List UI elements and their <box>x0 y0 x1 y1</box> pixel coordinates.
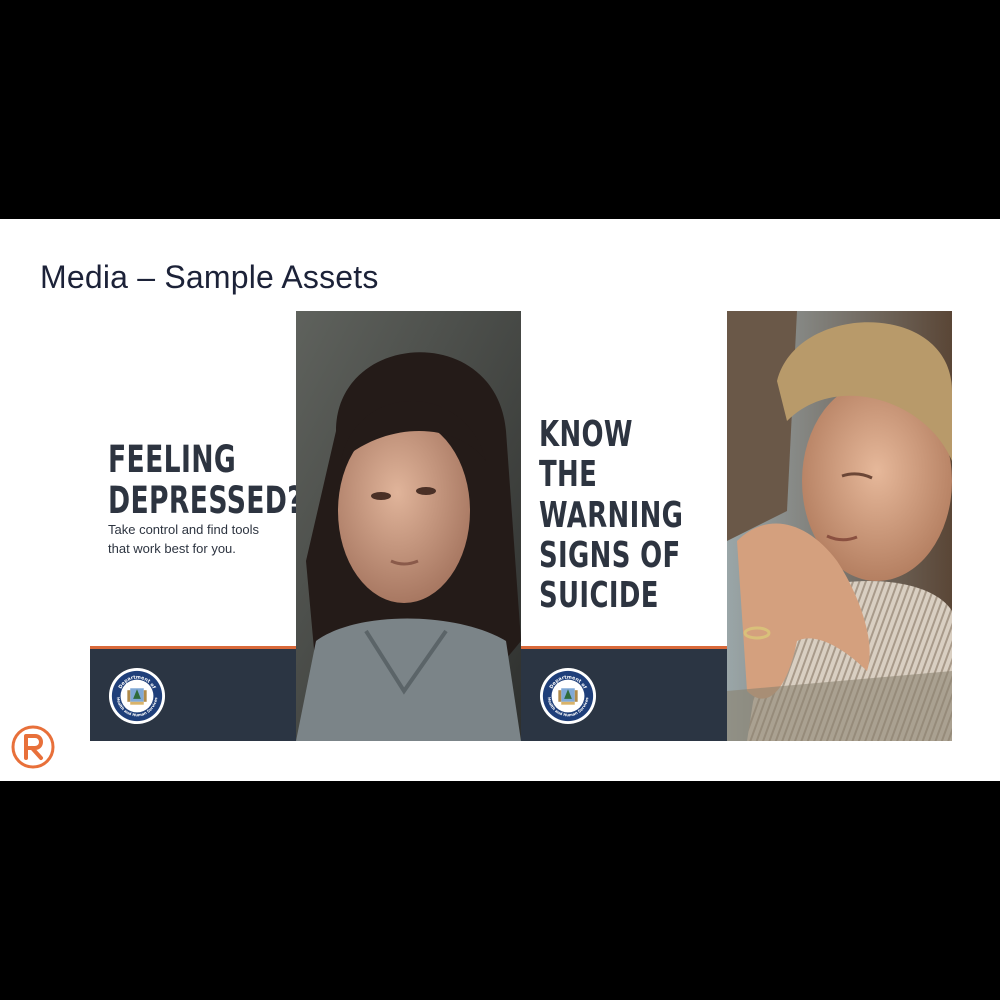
asset-2-photo <box>727 311 952 741</box>
asset-1-photo <box>296 311 521 741</box>
asset-1-headline: FEELING DEPRESSED? <box>108 439 296 522</box>
slide-title: Media – Sample Assets <box>40 259 379 295</box>
asset-1-headline-line: FEELING <box>108 438 237 481</box>
state-seal-icon: Department of Health and Human Services <box>108 667 166 725</box>
asset-1-footer-band: Department of Health and Human Services <box>90 646 296 741</box>
asset-1-subtext: Take control and find tools that work be… <box>108 521 259 559</box>
asset-2-text-panel: KNOW THE WARNING SIGNS OF SUICIDE Depart… <box>521 311 727 741</box>
embrace-photo-image <box>727 311 952 741</box>
state-seal-icon: Department of Health and Human Services <box>539 667 597 725</box>
asset-1-text-panel: FEELING DEPRESSED? Take control and find… <box>90 311 296 741</box>
asset-2-headline-line: KNOW THE <box>539 414 633 496</box>
asset-1-headline-line: DEPRESSED? <box>108 479 296 523</box>
asset-2-headline: KNOW THE WARNING SIGNS OF SUICIDE <box>539 414 684 617</box>
asset-2-headline-line: SUICIDE <box>539 575 659 617</box>
woman-portrait-image <box>296 311 521 741</box>
asset-1-subtext-line: that work best for you. <box>108 540 236 556</box>
asset-1-subtext-line: Take control and find tools <box>108 522 260 537</box>
slide: Media – Sample Assets FEELING DEPRESSED?… <box>0 219 1000 781</box>
asset-2-footer-band: Department of Health and Human Services <box>521 646 727 741</box>
asset-2-headline-line: WARNING <box>539 494 684 536</box>
asset-2-headline-line: SIGNS OF <box>539 534 681 576</box>
brand-logo-icon <box>11 725 55 769</box>
